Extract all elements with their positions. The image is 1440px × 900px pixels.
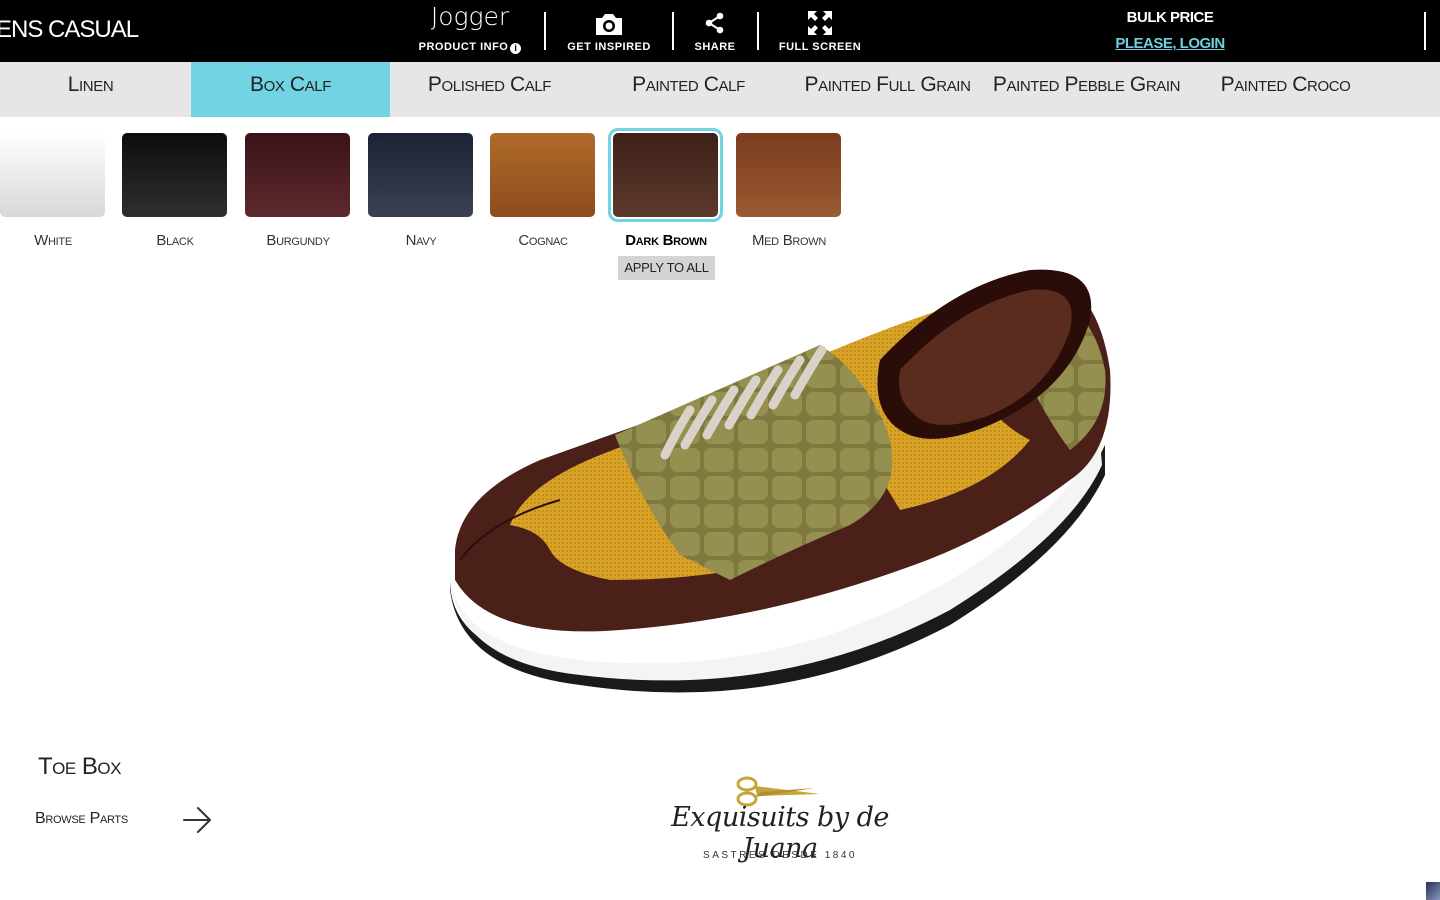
shoe-preview[interactable] (430, 250, 1130, 700)
corner-widget (1426, 882, 1440, 900)
tab-polished-calf[interactable]: Polished Calf (390, 62, 589, 117)
swatch-dark-brown[interactable] (608, 128, 723, 222)
divider (544, 12, 546, 50)
tab-painted-calf[interactable]: Painted Calf (589, 62, 788, 117)
get-inspired-button[interactable]: GET INSPIRED (562, 0, 656, 62)
divider (757, 12, 759, 50)
info-icon: i (510, 43, 522, 54)
material-tabs: Linen Box Calf Polished Calf Painted Cal… (0, 62, 1440, 117)
share-label: SHARE (694, 41, 736, 53)
swatch-navy[interactable] (368, 133, 473, 217)
tab-linen[interactable]: Linen (0, 62, 181, 117)
swatch-label: Med Brown (751, 232, 827, 249)
swatch-label: White (34, 232, 72, 249)
full-screen-button[interactable]: FULL SCREEN (775, 0, 865, 62)
login-link[interactable]: PLEASE, LOGIN (1090, 35, 1250, 52)
bulk-price-label: BULK PRICE (1126, 9, 1214, 26)
swatch-label: Burgundy (266, 232, 330, 249)
tab-painted-full-grain[interactable]: Painted Full Grain (788, 62, 987, 117)
brand-logo: Exquisuits by de Juana SASTRES DESDE 184… (640, 772, 920, 872)
share-button[interactable]: SHARE (690, 0, 740, 62)
expand-icon (808, 11, 832, 35)
browse-parts-link[interactable]: Browse Parts (35, 810, 128, 828)
get-inspired-label: GET INSPIRED (567, 41, 651, 53)
collection-title: ENS CASUAL (0, 16, 139, 43)
swatch-white[interactable] (0, 133, 105, 217)
divider (672, 12, 674, 50)
product-info-button[interactable]: Jogger PRODUCT INFO i (410, 0, 530, 62)
logo-tagline: SASTRES DESDE 1840 (703, 850, 857, 861)
tab-painted-croco[interactable]: Painted Croco (1186, 62, 1385, 117)
swatch-label: Cognac (518, 232, 568, 249)
swatch-med-brown[interactable] (736, 133, 841, 217)
full-screen-label: FULL SCREEN (778, 41, 862, 53)
swatch-label: Dark Brown (625, 232, 707, 249)
camera-icon (596, 14, 622, 35)
swatch-label: Navy (405, 232, 437, 249)
product-info-label: PRODUCT INFO (418, 41, 509, 53)
divider (1424, 12, 1426, 50)
bulk-price: BULK PRICE PLEASE, LOGIN (1090, 0, 1250, 62)
current-part-title: Toe Box (38, 753, 121, 780)
product-name: Jogger (430, 2, 510, 31)
swatch-cognac[interactable] (490, 133, 595, 217)
swatch-black[interactable] (122, 133, 227, 217)
tab-box-calf[interactable]: Box Calf (191, 62, 390, 117)
arrow-right-icon[interactable] (180, 803, 216, 837)
top-bar: ENS CASUAL Jogger PRODUCT INFO i GET INSP… (0, 0, 1440, 62)
swatch-burgundy[interactable] (245, 133, 350, 217)
tab-painted-pebble-grain[interactable]: Painted Pebble Grain (987, 62, 1186, 117)
swatch-label: Black (156, 232, 194, 249)
share-icon (705, 12, 724, 34)
